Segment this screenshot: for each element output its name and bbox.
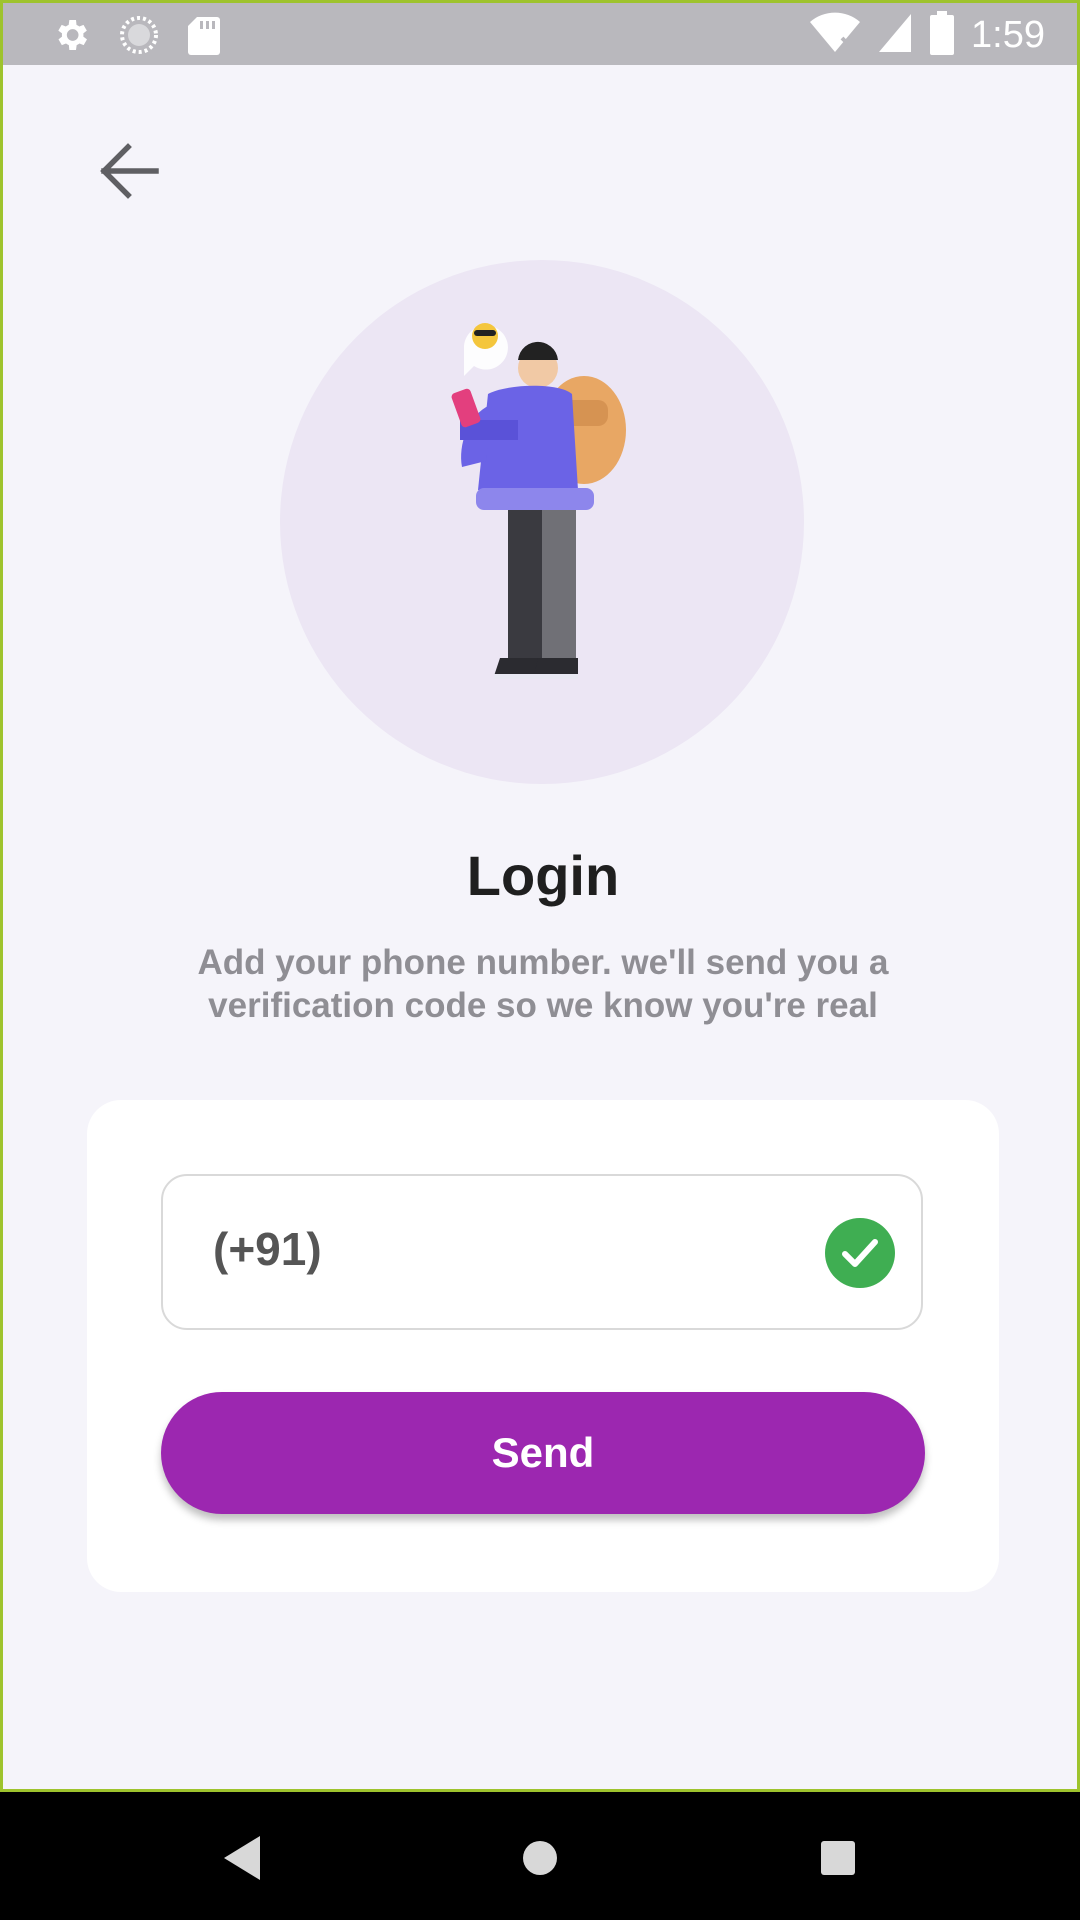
- home-circle-icon[interactable]: [510, 1828, 570, 1888]
- sd-card-icon: [187, 15, 221, 60]
- phone-input-value: (+91): [213, 1223, 322, 1275]
- check-circle-icon: [825, 1218, 895, 1288]
- recents-square-icon[interactable]: [808, 1828, 868, 1888]
- login-card: (+91) Send: [87, 1100, 999, 1592]
- sync-icon: [119, 15, 159, 60]
- send-button[interactable]: Send: [161, 1392, 925, 1514]
- battery-icon: [929, 11, 955, 60]
- page-subtitle: Add your phone number. we'll send you a …: [197, 943, 889, 1025]
- signal-icon: [877, 12, 913, 59]
- app-screen: 1:59 Login Add your phone number. we'll …: [0, 0, 1080, 1792]
- system-nav-bar: [0, 1792, 1080, 1920]
- person-with-phone-illustration: [451, 323, 626, 679]
- phone-number-input[interactable]: (+91): [161, 1174, 923, 1330]
- hero-illustration-circle: [280, 260, 804, 784]
- page-title: Login: [466, 844, 620, 907]
- wifi-off-icon: [809, 12, 861, 59]
- status-bar: 1:59: [3, 3, 1077, 65]
- back-triangle-icon[interactable]: [214, 1828, 274, 1888]
- back-button[interactable]: [91, 133, 167, 209]
- arrow-left-icon: [100, 143, 159, 199]
- settings-icon: [51, 15, 91, 60]
- status-time: 1:59: [971, 14, 1045, 56]
